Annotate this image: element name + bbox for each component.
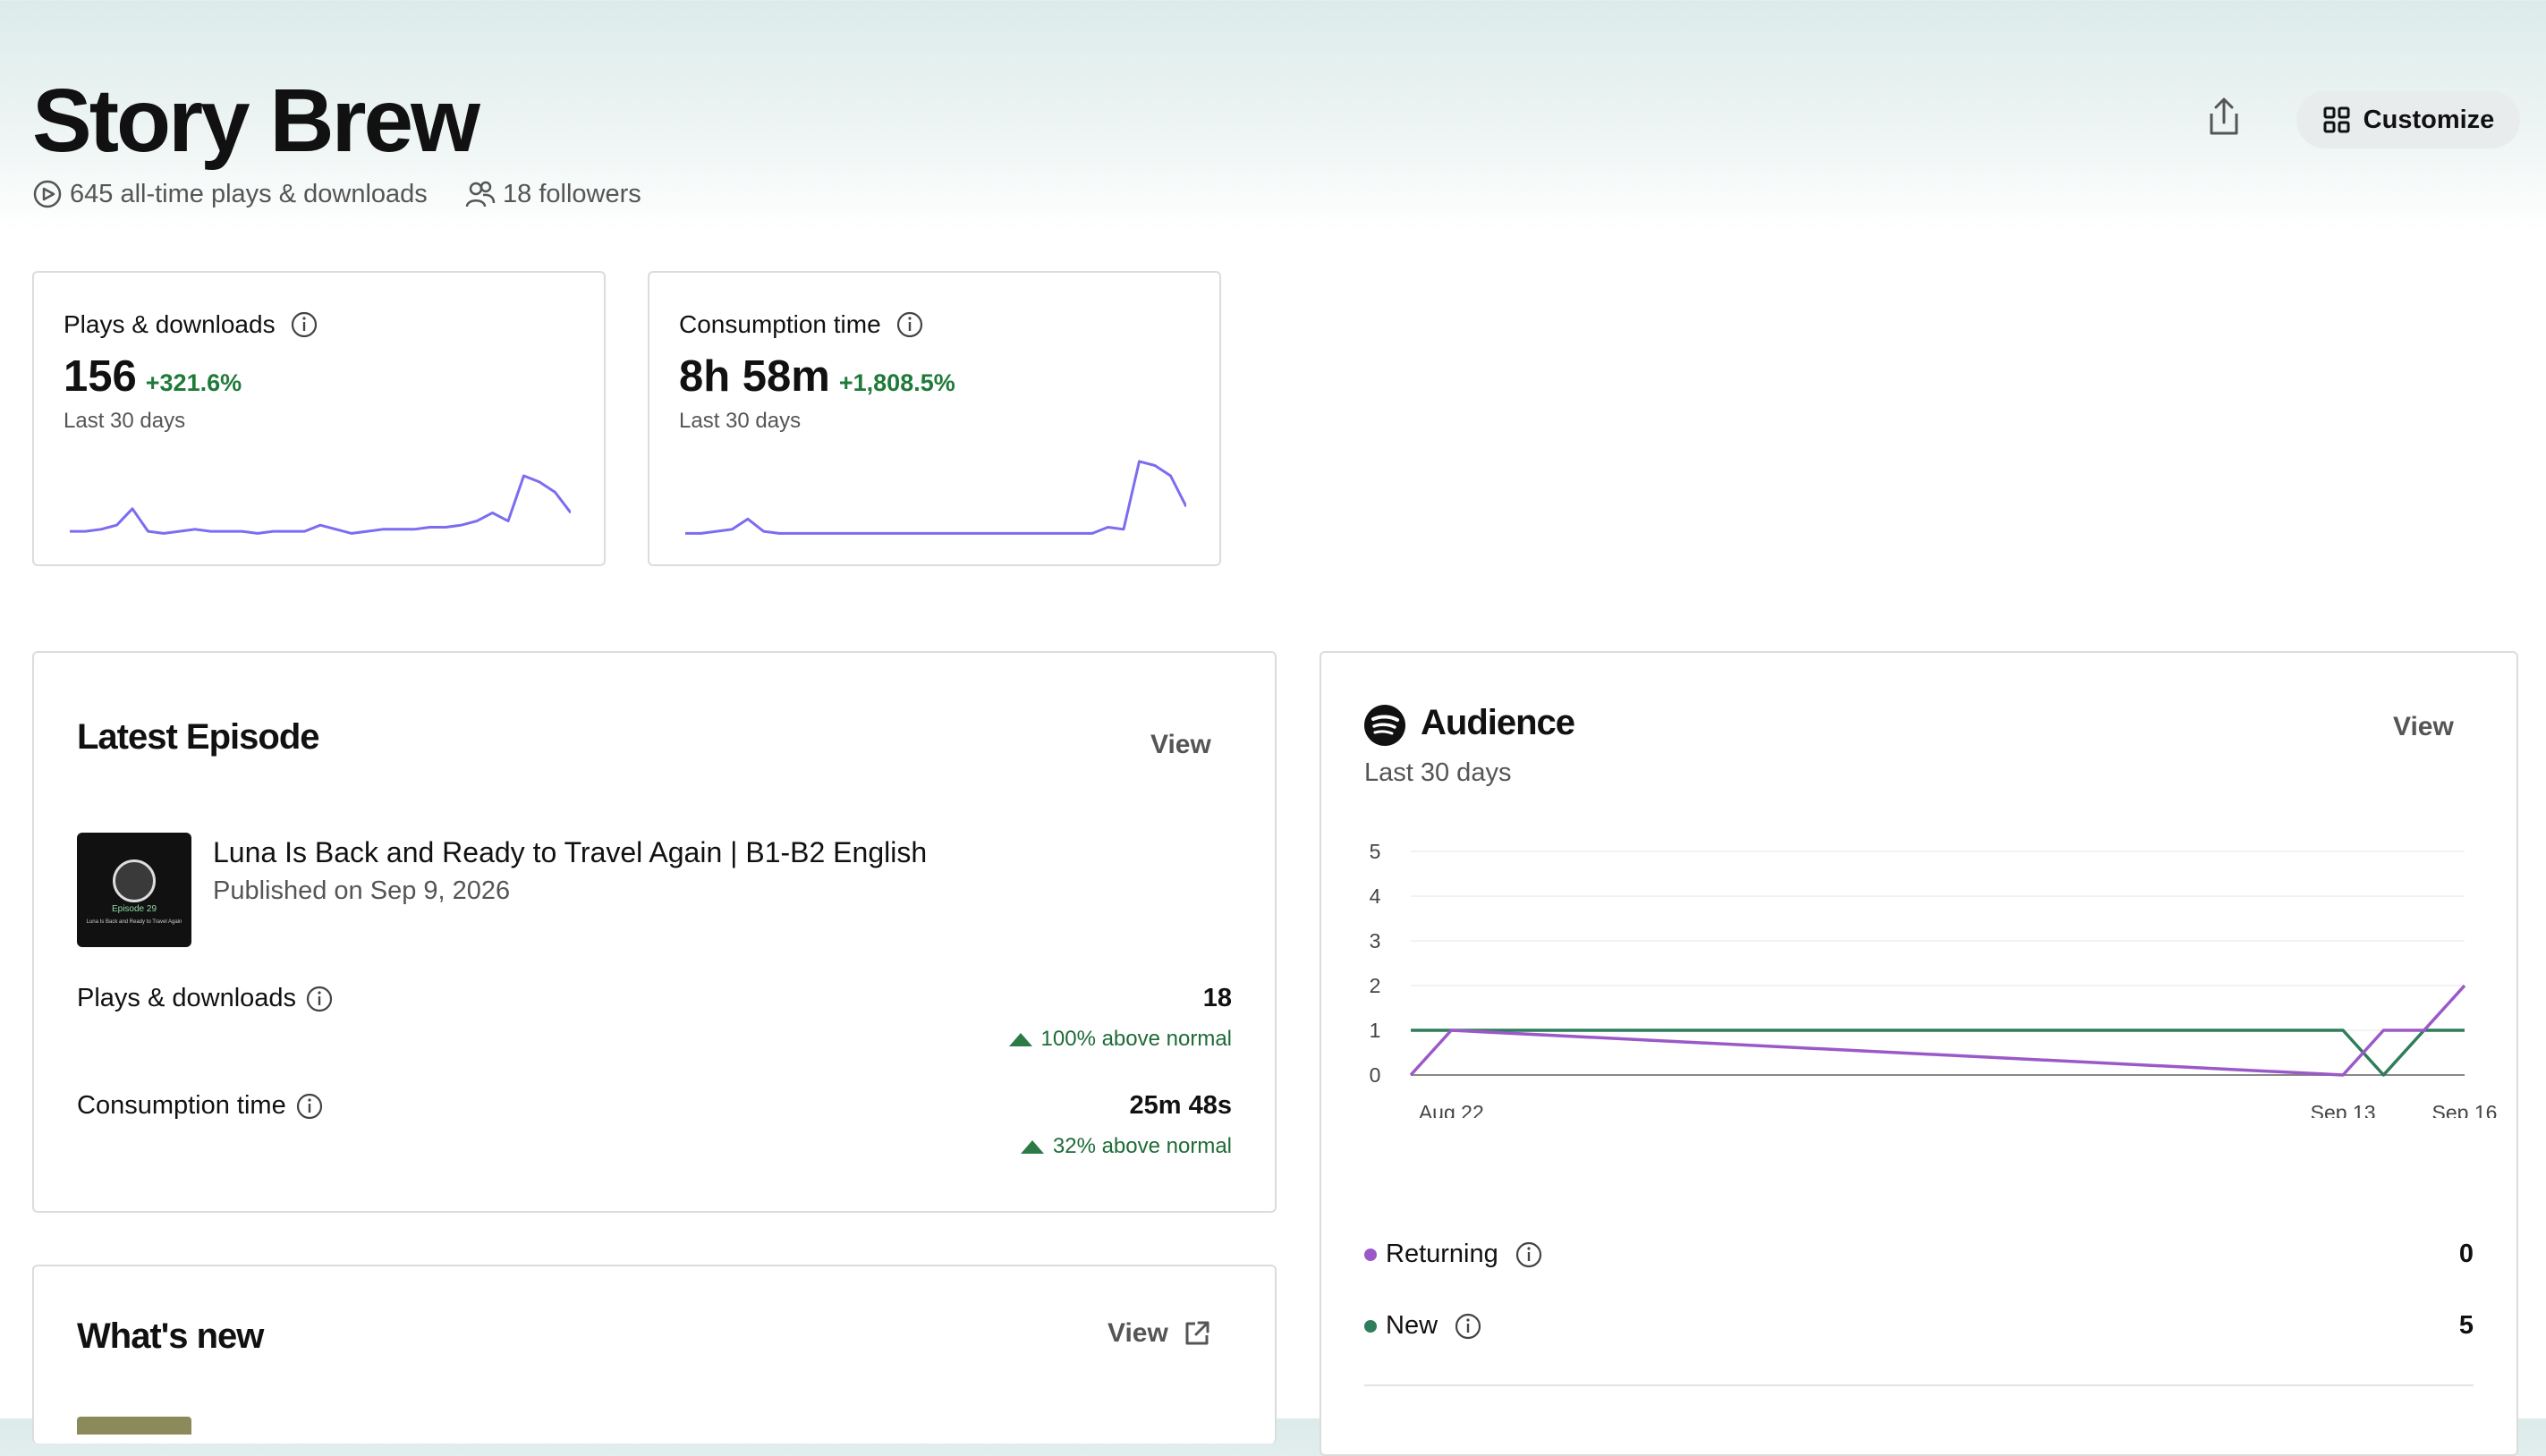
thumbnail-episode: Episode 29: [111, 904, 157, 914]
divider: [1364, 1384, 2474, 1386]
stat-label: Consumption time: [679, 310, 881, 338]
legend-label: Returning: [1386, 1240, 1498, 1268]
sparkline: [685, 460, 1186, 535]
whats-new-title: What's new: [77, 1316, 264, 1356]
plays-meta-text: 645 all-time plays & downloads: [70, 179, 428, 208]
y-tick-label: 0: [1370, 1063, 1381, 1087]
thumbnail-caption: Luna Is Back and Ready to Travel Again: [86, 919, 182, 925]
thumbnail-avatar: [113, 859, 156, 902]
row-label: Plays & downloads: [77, 984, 297, 1012]
stat-value: 8h 58m: [679, 352, 830, 401]
y-tick-label: 3: [1370, 929, 1381, 952]
episode-plays-row: Plays & downloads: [77, 984, 334, 1013]
legend-new: New: [1364, 1311, 1482, 1341]
row-label: Consumption time: [77, 1091, 286, 1120]
stat-label: Plays & downloads: [64, 310, 276, 338]
external-link-icon: [1185, 1321, 1209, 1345]
audience-title: Audience: [1421, 703, 1575, 742]
audience-line-chart: 0 1 2 3 4 5 Aug 22 Sep 13 Sep 16: [1370, 840, 2498, 1118]
plays-meta: 645 all-time plays & downloads: [32, 179, 428, 209]
latest-episode-view-link[interactable]: View: [1150, 730, 1211, 760]
stat-delta: +1,808.5%: [838, 369, 955, 396]
info-icon[interactable]: [1515, 1240, 1543, 1269]
sparkline: [70, 474, 571, 535]
latest-episode-card: Latest Episode View Episode 29 Luna Is B…: [32, 651, 1277, 1213]
followers-icon: [465, 181, 496, 207]
page-title: Story Brew: [32, 71, 480, 171]
episode-published: Published on Sep 9, 2026: [213, 876, 511, 905]
trend-up-icon: [1008, 1032, 1032, 1046]
customize-button[interactable]: Customize: [2296, 91, 2520, 148]
sparkline-path: [70, 474, 571, 535]
episode-thumbnail[interactable]: Episode 29 Luna Is Back and Ready to Tra…: [77, 833, 191, 947]
followers-meta-text: 18 followers: [503, 179, 641, 208]
whats-new-view-label: View: [1108, 1318, 1168, 1348]
info-icon[interactable]: [305, 985, 334, 1013]
row-trend: 32% above normal: [1020, 1134, 1232, 1159]
row-value: 25m 48s: [1129, 1091, 1233, 1120]
info-icon[interactable]: [290, 310, 318, 339]
share-icon: [2210, 97, 2238, 135]
x-tick-label: Aug 22: [1419, 1101, 1484, 1118]
whats-new-view-link[interactable]: View: [1108, 1318, 1211, 1349]
stat-period: Last 30 days: [64, 409, 186, 433]
plays-stat-card[interactable]: Plays & downloads 156 +321.6% Last 30 da…: [32, 271, 606, 566]
whats-new-card: What's new View: [32, 1265, 1277, 1443]
legend-value: 0: [2458, 1240, 2474, 1268]
stat-value: 156: [64, 352, 137, 401]
trend-up-icon: [1020, 1139, 1044, 1154]
x-tick-label: Sep 13: [2311, 1101, 2376, 1118]
x-tick-label: Sep 16: [2432, 1101, 2498, 1118]
sparkline-path: [685, 460, 1186, 535]
info-icon[interactable]: [295, 1092, 324, 1121]
episode-title[interactable]: Luna Is Back and Ready to Travel Again |…: [213, 836, 927, 869]
y-tick-label: 1: [1370, 1019, 1381, 1042]
row-trend-text: 100% above normal: [1040, 1027, 1232, 1051]
y-tick-label: 2: [1370, 974, 1381, 997]
info-icon[interactable]: [895, 310, 924, 339]
row-trend: 100% above normal: [1008, 1027, 1232, 1052]
play-circle-icon: [33, 180, 62, 208]
returning-color-dot: [1364, 1248, 1377, 1261]
episode-consumption-row: Consumption time: [77, 1091, 324, 1121]
legend-returning: Returning: [1364, 1240, 1543, 1269]
grid-icon: [2323, 106, 2350, 133]
row-value: 18: [1202, 984, 1232, 1012]
legend-value: 5: [2458, 1311, 2474, 1340]
row-trend-text: 32% above normal: [1052, 1134, 1232, 1158]
spotify-icon: [1364, 705, 1405, 746]
consumption-stat-card[interactable]: Consumption time 8h 58m +1,808.5% Last 3…: [648, 271, 1221, 566]
info-icon[interactable]: [1454, 1312, 1482, 1341]
y-tick-label: 4: [1370, 885, 1381, 908]
stat-period: Last 30 days: [679, 409, 802, 433]
audience-view-link[interactable]: View: [2393, 712, 2454, 742]
audience-period: Last 30 days: [1364, 758, 1512, 787]
stat-delta: +321.6%: [145, 369, 242, 396]
latest-episode-title: Latest Episode: [77, 717, 320, 757]
y-tick-label: 5: [1370, 840, 1381, 863]
customize-label: Customize: [2363, 105, 2495, 134]
share-button[interactable]: [2201, 89, 2247, 143]
whats-new-thumbnail[interactable]: [77, 1417, 191, 1435]
new-color-dot: [1364, 1319, 1377, 1333]
legend-label: New: [1386, 1311, 1438, 1340]
audience-card: Audience Last 30 days View 0 1 2 3 4 5 Aug 22 S…: [1320, 651, 2518, 1456]
followers-meta: 18 followers: [465, 179, 641, 209]
